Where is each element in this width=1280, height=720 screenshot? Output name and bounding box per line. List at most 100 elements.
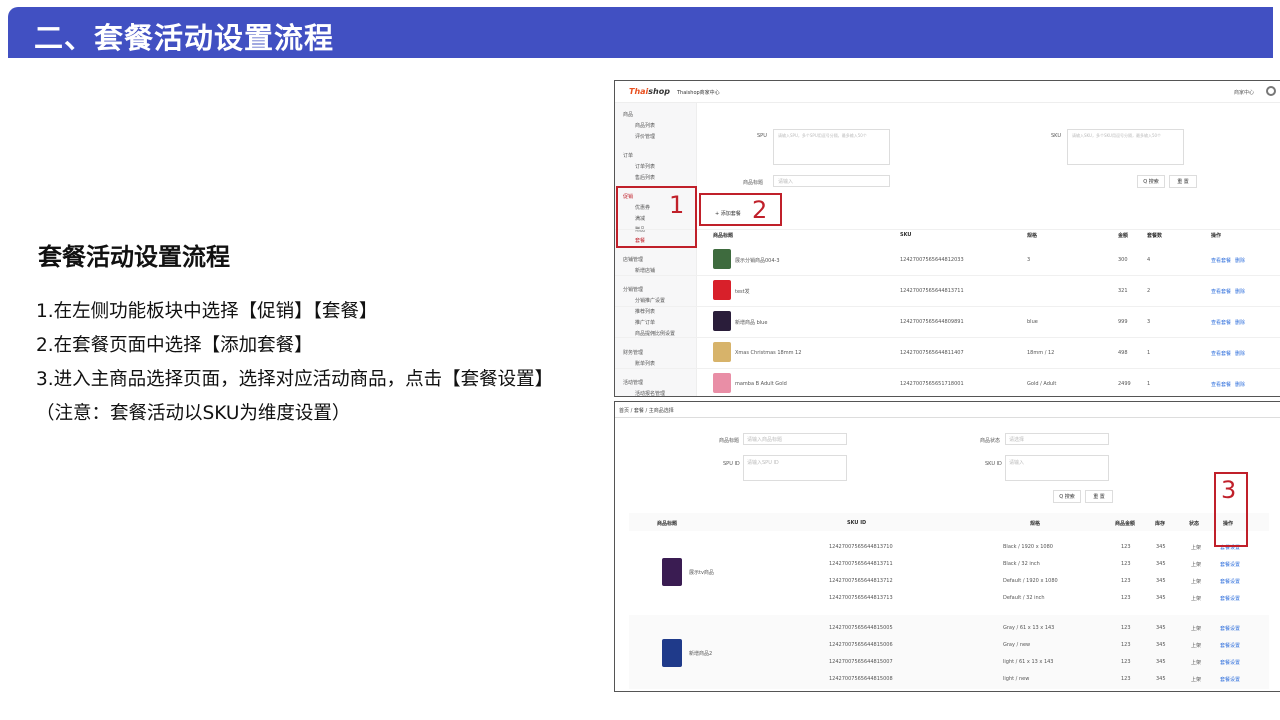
view-package-link[interactable]: 查看套餐: [1211, 319, 1231, 326]
settings-icon[interactable]: [1266, 86, 1276, 96]
step-2-text: 2.在套餐页面中选择【添加套餐】: [36, 335, 313, 356]
table-cell-status: 上架: [1191, 596, 1202, 602]
table-cell-status: 上架: [1191, 562, 1202, 568]
sidebar-item[interactable]: 新增店铺: [635, 267, 655, 274]
delete-link[interactable]: 删除: [1235, 257, 1245, 264]
sidebar-item[interactable]: 活动报名管理: [635, 390, 665, 396]
sidebar-group[interactable]: 订单: [623, 152, 633, 159]
sku-field[interactable]: 请输入: [1005, 455, 1109, 481]
table-cell-spec: Black / 32 inch: [1003, 561, 1040, 567]
table-cell-sku: 12427007565644813710: [829, 544, 893, 550]
delete-link[interactable]: 删除: [1235, 350, 1245, 357]
table-cell-spec: Gold / Adult: [1027, 381, 1057, 387]
banner-title: 二、套餐活动设置流程: [34, 21, 335, 55]
thaishop-logo: Thaishop: [629, 87, 670, 96]
package-setting-link[interactable]: 套餐设置: [1220, 642, 1240, 649]
product-select-screenshot: 首页 / 套餐 / 主商品选择 商品标题 请输入商品标题 商品状态 请选择 SP…: [614, 401, 1280, 692]
table-cell-status: 上架: [1191, 626, 1202, 632]
package-list-screenshot: Thaishop Thaishop商家中心 商家中心 商品 商品列表 评价管理 订单订…: [614, 80, 1280, 397]
product-thumbnail: [713, 373, 731, 393]
user-label[interactable]: 商家中心: [1234, 89, 1254, 96]
sidebar-group[interactable]: 活动管理: [623, 379, 643, 386]
table-cell-count: 4: [1147, 257, 1151, 263]
spu-field[interactable]: 请输入SPU ID: [743, 455, 847, 481]
reset-button[interactable]: 重 置: [1169, 175, 1197, 188]
table-cell-sku: 12427007565644815008: [829, 676, 893, 682]
view-package-link[interactable]: 查看套餐: [1211, 257, 1231, 264]
add-package-highlight-box: [699, 193, 782, 226]
table-cell-sku: 12427007565644809891: [900, 319, 964, 325]
sidebar-item[interactable]: 账单列表: [635, 360, 655, 367]
sidebar-item[interactable]: 订单列表: [635, 163, 655, 170]
package-setting-link[interactable]: 套餐设置: [1220, 578, 1240, 585]
title-banner: 二、套餐活动设置流程: [8, 7, 1273, 58]
view-package-link[interactable]: 查看套餐: [1211, 381, 1231, 388]
package-setting-link[interactable]: 套餐设置: [1220, 659, 1240, 666]
package-setting-link[interactable]: 套餐设置: [1220, 625, 1240, 632]
app-header: Thaishop Thaishop商家中心 商家中心: [615, 81, 1280, 103]
product-thumbnail: [662, 558, 682, 586]
table-cell-sku: 12427007565644815007: [829, 659, 893, 665]
package-setting-link[interactable]: 套餐设置: [1220, 676, 1240, 683]
marker-1: 1: [669, 191, 685, 219]
package-setting-link[interactable]: 套餐设置: [1220, 561, 1240, 568]
table-cell-status: 上架: [1191, 660, 1202, 666]
title-label: 商品标题: [743, 180, 764, 186]
sidebar-item[interactable]: 分销推广设置: [635, 297, 665, 304]
table-cell-price: 123: [1121, 578, 1131, 584]
product-thumbnail: [713, 249, 731, 269]
table-cell-spec: Default / 32 inch: [1003, 595, 1045, 601]
table-header-cell: SKU: [900, 232, 912, 238]
table-cell-spec: Gray / 61 x 13 x 143: [1003, 625, 1055, 631]
sidebar-item[interactable]: 售后列表: [635, 174, 655, 181]
table-cell-title: Xmas Christmas 18mm 12: [735, 350, 802, 356]
table-cell-stock: 345: [1156, 544, 1166, 550]
table-cell-stock: 345: [1156, 578, 1166, 584]
package-setting-link[interactable]: 套餐设置: [1220, 595, 1240, 602]
table-header-cell: 套餐数: [1147, 233, 1163, 239]
reset-button[interactable]: 重 置: [1085, 490, 1113, 503]
table-cell-spec: Default / 1920 x 1080: [1003, 578, 1058, 584]
sku-label: SKU: [1051, 133, 1061, 139]
table-cell-status: 上架: [1191, 579, 1202, 585]
table-header-cell: 操作: [1211, 233, 1222, 239]
status-select[interactable]: 请选择: [1005, 433, 1109, 445]
sidebar-item[interactable]: 商品提佣比例设置: [635, 330, 675, 337]
search-button[interactable]: Q 搜索: [1137, 175, 1165, 188]
sidebar-group[interactable]: 分销管理: [623, 286, 643, 293]
marker-2: 2: [752, 196, 768, 224]
sidebar-item[interactable]: 商品列表: [635, 122, 655, 129]
table-cell-count: 3: [1147, 319, 1151, 325]
table-cell-price: 2499: [1118, 381, 1131, 387]
delete-link[interactable]: 删除: [1235, 381, 1245, 388]
delete-link[interactable]: 删除: [1235, 288, 1245, 295]
table-cell-title: test发: [735, 289, 750, 295]
marker-3: 3: [1221, 476, 1237, 504]
sku-field[interactable]: 请输入SKU，多个SKU用逗号分隔，最多输入50个: [1067, 129, 1184, 165]
title-field[interactable]: 请输入商品标题: [743, 433, 847, 445]
table-cell-price: 123: [1121, 659, 1131, 665]
sidebar-group[interactable]: 财务管理: [623, 349, 643, 356]
table-cell-stock: 345: [1156, 676, 1166, 682]
table-cell-spec: light / new: [1003, 676, 1030, 682]
search-button[interactable]: Q 搜索: [1053, 490, 1081, 503]
sidebar-item[interactable]: 推荐列表: [635, 308, 655, 315]
table-cell-price: 123: [1121, 676, 1131, 682]
sidebar-group[interactable]: 店铺管理: [623, 256, 643, 263]
table-header-cell: 金额: [1118, 233, 1129, 239]
table-header-cell: 商品金额: [1115, 521, 1136, 527]
title-field[interactable]: 请输入: [773, 175, 890, 187]
delete-link[interactable]: 删除: [1235, 319, 1245, 326]
table-header-cell: 商品标题: [713, 233, 734, 239]
sidebar-group[interactable]: 商品: [623, 111, 633, 118]
view-package-link[interactable]: 查看套餐: [1211, 350, 1231, 357]
table-cell-sku: 12427007565651718001: [900, 381, 964, 387]
section-heading: 套餐活动设置流程: [38, 243, 230, 271]
table-cell-price: 123: [1121, 642, 1131, 648]
table-cell-sku: 12427007565644815005: [829, 625, 893, 631]
sidebar-item[interactable]: 评价管理: [635, 133, 655, 140]
sidebar-item[interactable]: 推广订单: [635, 319, 655, 326]
spu-field[interactable]: 请输入SPU，多个SPU用逗号分隔，最多输入50个: [773, 129, 890, 165]
product-title: 展示tv商品: [689, 570, 714, 576]
view-package-link[interactable]: 查看套餐: [1211, 288, 1231, 295]
